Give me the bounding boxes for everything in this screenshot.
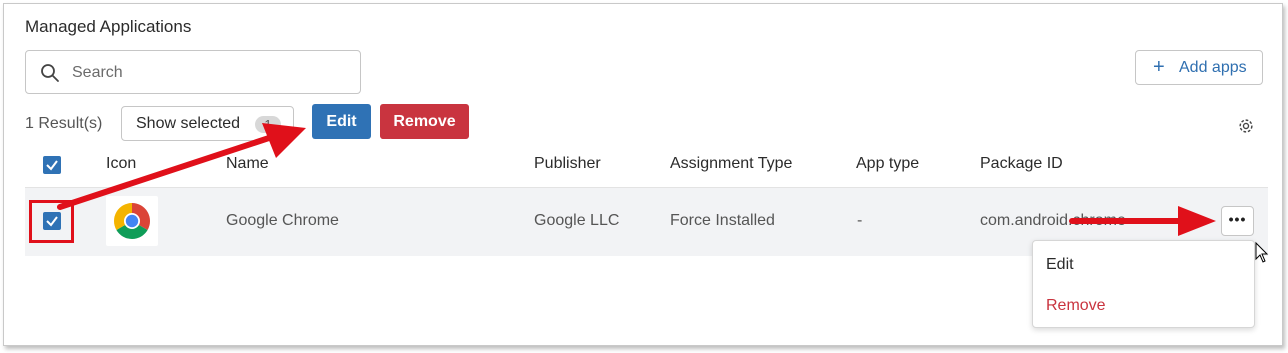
annotation-overlay xyxy=(57,123,1269,263)
arrow-to-more-options-annotation xyxy=(1069,206,1216,236)
mouse-cursor-icon xyxy=(1255,241,1269,263)
arrow-to-edit-annotation xyxy=(57,123,306,210)
